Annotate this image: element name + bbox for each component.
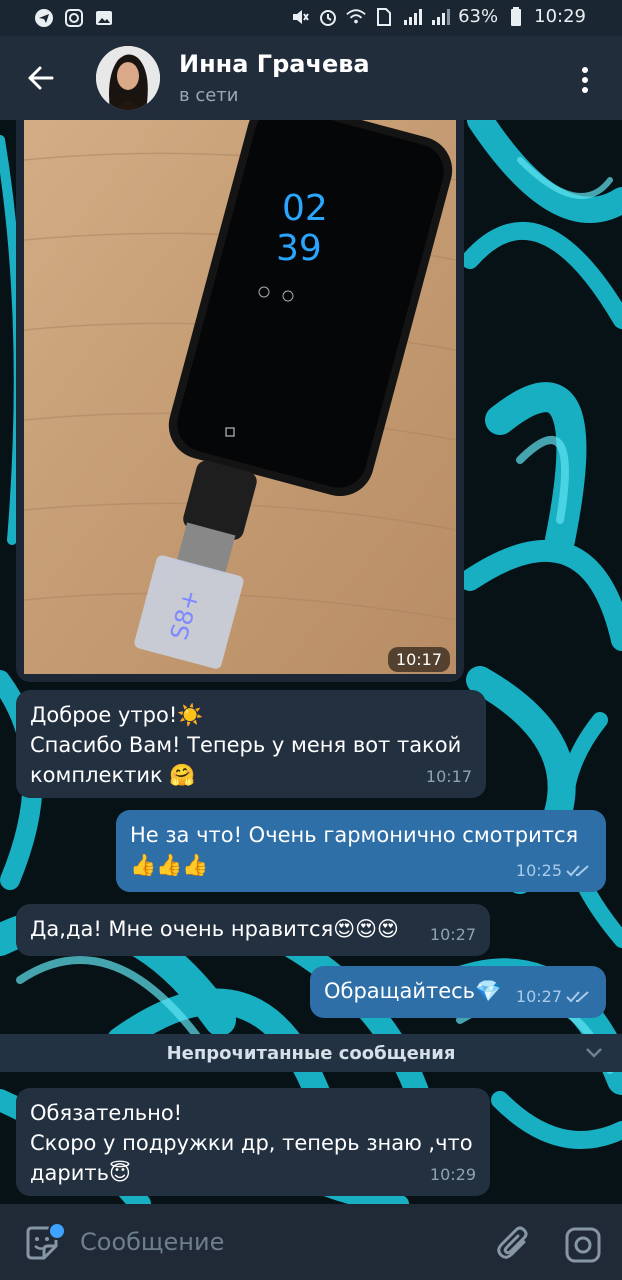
avatar[interactable] [96,46,160,110]
more-vertical-icon [582,67,588,93]
double-check-icon [566,865,589,877]
message-outgoing-2[interactable]: Обращайтесь💎 10:27 [310,966,606,1018]
battery-icon [506,6,526,27]
message-incoming-3[interactable]: Обязательно! Скоро у подружки др, теперь… [16,1088,490,1196]
chevron-down-icon[interactable] [584,1042,604,1062]
message-text-line: Спасибо Вам! Теперь у меня вот такой [30,733,462,757]
message-meta: 10:27 [430,920,476,950]
wifi-icon [346,7,366,27]
signal-icon-2 [430,7,451,27]
clock: 10:29 [534,6,586,27]
message-outgoing-1[interactable]: Не за что! Очень гармонично смотрится 👍👍… [116,810,606,892]
contact-status: в сети [179,85,239,106]
chat-header: Инна Грачева в сети [0,36,622,120]
camera-icon [565,1227,601,1263]
camera-button[interactable] [564,1226,602,1264]
message-composer: Сообщение [0,1204,622,1280]
telegram-icon [34,8,54,28]
instagram-icon [64,8,84,28]
message-meta: 10:17 [426,762,472,792]
signal-icon [402,7,423,27]
photo-time: 10:17 [387,647,450,672]
alarm-icon [318,7,338,27]
unread-label: Непрочитанные сообщения [166,1042,456,1064]
message-incoming-1[interactable]: Доброе утро!☀️ Спасибо Вам! Теперь у мен… [16,690,486,798]
unread-messages-divider: Непрочитанные сообщения [0,1034,622,1072]
contact-name[interactable]: Инна Грачева [179,50,370,78]
message-time: 10:25 [515,861,562,880]
mute-icon [290,7,310,27]
message-text: Да,да! Мне очень нравится😍😍😍 [30,917,399,941]
message-time: 10:29 [429,1165,476,1184]
photo-message[interactable]: 02 39 S8+ 10:17 [16,120,464,682]
paperclip-icon [497,1226,528,1259]
gallery-icon [94,8,114,28]
notification-dot [48,1222,66,1240]
message-text-line: комплектик 🤗 [30,763,196,787]
double-check-icon [566,991,589,1003]
message-input[interactable]: Сообщение [80,1228,224,1256]
lockscreen-minute: 39 [276,228,322,269]
attach-button[interactable] [496,1224,532,1264]
message-text-line: Доброе утро!☀️ [30,703,204,727]
lockscreen-hour: 02 [282,188,328,229]
arrow-left-icon [28,66,54,90]
message-meta: 10:27 [516,982,592,1012]
message-time: 10:27 [429,925,476,944]
back-button[interactable] [22,58,62,98]
message-incoming-2[interactable]: Да,да! Мне очень нравится😍😍😍 10:27 [16,904,490,956]
status-bar: 63% 10:29 [0,0,622,36]
message-text-line: Обязательно! [30,1101,183,1125]
message-meta: 10:29 [430,1160,476,1190]
photo-image[interactable]: 02 39 S8+ [24,120,456,674]
sim-icon [374,7,394,27]
battery-percent: 63% [458,6,499,27]
message-text-line: Скоро у подружки др, теперь знаю ,что [30,1131,473,1155]
message-text-line: дарить😇 [30,1161,131,1185]
message-text-line: Не за что! Очень гармонично смотрится [130,823,579,847]
message-time: 10:27 [515,987,562,1006]
message-time: 10:17 [425,767,472,786]
message-meta: 10:25 [516,856,592,886]
more-menu-button[interactable] [570,60,600,100]
